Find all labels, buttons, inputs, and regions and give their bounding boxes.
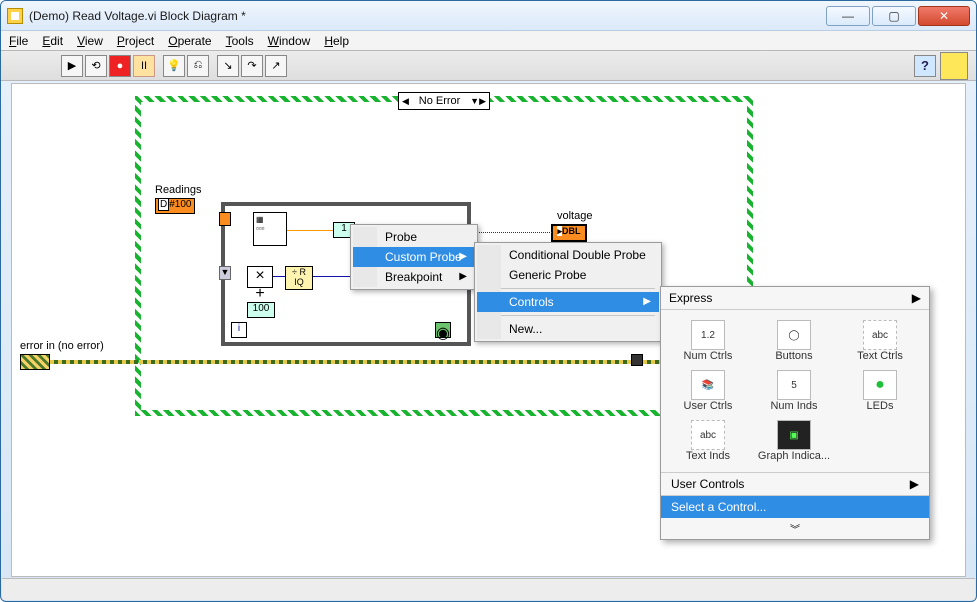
shift-reg-left[interactable]: ▼ (219, 266, 231, 280)
ctx-controls[interactable]: Controls▶ (477, 292, 659, 312)
close-button[interactable]: ✕ (918, 6, 970, 26)
leds-icon: ● (863, 370, 897, 400)
statusbar (2, 578, 975, 600)
menu-tools[interactable]: Tools (226, 34, 254, 48)
menu-operate[interactable]: Operate (168, 34, 211, 48)
titlebar: (Demo) Read Voltage.vi Block Diagram * —… (1, 1, 976, 31)
step-into-button[interactable]: ↘ (217, 55, 239, 77)
voltage-label: voltage (557, 210, 592, 222)
submenu-arrow-icon: ▶ (459, 251, 467, 262)
ctx-conditional-double-probe[interactable]: Conditional Double Probe (477, 245, 659, 265)
palette-buttons[interactable]: ◯Buttons (751, 318, 837, 364)
ctx-separator (481, 315, 655, 316)
palette-leds[interactable]: ●LEDs (837, 368, 923, 414)
case-prev-icon[interactable]: ◀ (402, 96, 409, 107)
vi-icon[interactable] (940, 52, 968, 80)
menubar: File Edit View Project Operate Tools Win… (1, 31, 976, 51)
palette-header[interactable]: Express ▶ (661, 287, 929, 310)
readings-terminal[interactable]: D#100 (155, 198, 195, 214)
app-window: (Demo) Read Voltage.vi Block Diagram * —… (0, 0, 977, 602)
pause-button[interactable]: II (133, 55, 155, 77)
palette-text-ctrls[interactable]: abcText Ctrls (837, 318, 923, 364)
menu-project[interactable]: Project (117, 34, 154, 48)
case-dropdown-icon[interactable]: ▼ (470, 96, 479, 106)
error-in-terminal[interactable] (20, 354, 50, 370)
text-ctrls-icon: abc (863, 320, 897, 350)
submenu-arrow-icon: ▶ (643, 296, 651, 307)
menu-view[interactable]: View (77, 34, 103, 48)
window-buttons: — ▢ ✕ (824, 6, 970, 26)
ctx-probe[interactable]: Probe (353, 227, 475, 247)
const-100[interactable]: 100 (247, 302, 275, 318)
controls-palette: Express ▶ 1.2Num Ctrls ◯Buttons abcText … (660, 286, 930, 540)
toolbar: ▶ ⟲ ● II 💡 ⎌ ↘ ↷ ↗ ? (1, 51, 976, 81)
menu-help[interactable]: Help (324, 34, 349, 48)
graph-inds-icon: ▣ (777, 420, 811, 450)
abort-button[interactable]: ● (109, 55, 131, 77)
error-wire-left[interactable] (50, 360, 138, 364)
palette-grid: 1.2Num Ctrls ◯Buttons abcText Ctrls 📚Use… (661, 310, 929, 472)
ctx-custom-probe[interactable]: Custom Probe▶ (353, 247, 475, 267)
context-menu-1: Probe Custom Probe▶ Breakpoint▶ (350, 224, 478, 290)
user-ctrls-icon: 📚 (691, 370, 725, 400)
submenu-arrow-icon: ▶ (912, 291, 921, 305)
palette-user-ctrls[interactable]: 📚User Ctrls (665, 368, 751, 414)
text-inds-icon: abc (691, 420, 725, 450)
palette-expand-icon[interactable]: ︾ (661, 518, 929, 539)
ctx-breakpoint[interactable]: Breakpoint▶ (353, 267, 475, 287)
tunnel-left-1[interactable] (219, 212, 231, 226)
palette-text-inds[interactable]: abcText Inds (665, 418, 751, 464)
loop-condition-terminal[interactable]: ◉ (435, 322, 451, 338)
block-diagram-canvas[interactable]: ◀ No Error ▼ ▶ Readings D#100 voltage ▸D… (11, 83, 966, 577)
case-selector[interactable]: ◀ No Error ▼ ▶ (398, 92, 490, 110)
submenu-arrow-icon: ▶ (459, 271, 467, 282)
ctx-generic-probe[interactable]: Generic Probe (477, 265, 659, 285)
highlight-button[interactable]: 💡 (163, 55, 185, 77)
build-array-node[interactable]: ▦▫▫▫ (253, 212, 287, 246)
iteration-terminal[interactable]: i (231, 322, 247, 338)
step-out-button[interactable]: ↗ (265, 55, 287, 77)
palette-title: Express (669, 291, 712, 305)
case-selector-value: No Error (409, 95, 470, 107)
num-inds-icon: 5 (777, 370, 811, 400)
submenu-arrow-icon: ▶ (910, 477, 919, 491)
palette-graph-inds[interactable]: ▣Graph Indica... (751, 418, 837, 464)
minimize-button[interactable]: — (826, 6, 870, 26)
step-over-button[interactable]: ↷ (241, 55, 263, 77)
case-next-icon[interactable]: ▶ (479, 96, 486, 107)
menu-file[interactable]: File (9, 34, 28, 48)
maximize-button[interactable]: ▢ (872, 6, 916, 26)
palette-num-ctrls[interactable]: 1.2Num Ctrls (665, 318, 751, 364)
ctx-separator (481, 288, 655, 289)
window-title: (Demo) Read Voltage.vi Block Diagram * (29, 9, 824, 23)
run-button[interactable]: ▶ (61, 55, 83, 77)
readings-label: Readings (155, 184, 201, 196)
compound-arith-node[interactable]: ×+ (247, 266, 273, 288)
menu-edit[interactable]: Edit (42, 34, 63, 48)
error-tunnel-out[interactable] (631, 354, 643, 366)
palette-select-control-row[interactable]: Select a Control... (661, 495, 929, 518)
menu-window[interactable]: Window (268, 34, 311, 48)
error-wire-inner[interactable] (139, 360, 747, 364)
context-menu-2: Conditional Double Probe Generic Probe C… (474, 242, 662, 342)
palette-user-controls-row[interactable]: User Controls▶ (661, 472, 929, 495)
run-continuous-button[interactable]: ⟲ (85, 55, 107, 77)
app-icon (7, 8, 23, 24)
voltage-indicator[interactable]: ▸DBL (551, 224, 587, 242)
ctx-new[interactable]: New... (477, 319, 659, 339)
help-button[interactable]: ? (914, 55, 936, 77)
retain-wire-button[interactable]: ⎌ (187, 55, 209, 77)
palette-num-inds[interactable]: 5Num Inds (751, 368, 837, 414)
divide-node[interactable]: ÷ RIQ (285, 266, 313, 290)
buttons-icon: ◯ (777, 320, 811, 350)
error-in-label: error in (no error) (20, 340, 104, 352)
num-ctrls-icon: 1.2 (691, 320, 725, 350)
